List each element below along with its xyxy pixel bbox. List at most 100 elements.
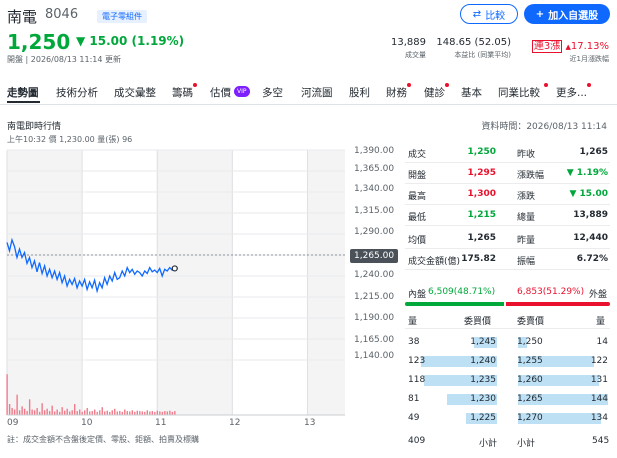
tab-peer-compare[interactable]: 同業比較: [498, 85, 540, 100]
volume-bar: [116, 411, 118, 415]
bid-subtotal-label: 小計: [479, 439, 498, 449]
current-price-label: 1,265.00: [350, 249, 399, 263]
tab-more[interactable]: 更多...: [556, 85, 587, 100]
volume-bar: [114, 408, 116, 415]
volume-bar: [41, 403, 43, 415]
add-watchlist-button[interactable]: + 加入自選股: [524, 4, 610, 24]
chart-hour-band: [157, 150, 233, 415]
bid-price: 1,235: [470, 375, 496, 385]
volume-bar: [51, 405, 53, 415]
quote-value: 1,265: [467, 233, 496, 243]
volume-bar: [33, 410, 36, 415]
quote-value: 13,889: [573, 210, 608, 220]
tab-trend[interactable]: 走勢圖: [7, 85, 39, 100]
quote-value: 1,300: [467, 189, 496, 199]
volume-bar: [129, 411, 131, 415]
industry-tag[interactable]: 電子零組件: [97, 10, 147, 23]
volume-bar: [43, 410, 46, 415]
chart-hour-band: [307, 150, 345, 415]
stat-monthly: 連3漲 ▲17.13% 近1月漲跌幅: [531, 40, 609, 63]
volume-bar: [174, 411, 176, 415]
quote-label: 最高: [408, 192, 427, 202]
volume-bar: [159, 411, 161, 415]
volume-bar: [63, 410, 66, 415]
quote-label: 最低: [408, 213, 427, 223]
bid-price: 1,225: [470, 413, 496, 423]
volume-bar: [56, 409, 58, 415]
tab-trades[interactable]: 成交彙整: [114, 85, 156, 100]
y-tick: 1,190.00: [354, 313, 395, 323]
last-price-dot: [171, 265, 178, 272]
stock-name: 南電: [7, 8, 38, 26]
row-divider: [405, 204, 610, 205]
chart-title: 南電即時行情: [7, 122, 62, 132]
volume-bar: [31, 409, 33, 415]
intraday-chart[interactable]: [0, 140, 400, 430]
volume-bar: [18, 410, 21, 415]
volume-bar: [131, 410, 133, 415]
volume-bar: [71, 410, 73, 415]
row-divider: [405, 328, 610, 329]
volume-bar: [53, 411, 56, 415]
outer-label: 外盤: [589, 290, 608, 300]
ask-total: 545: [592, 436, 610, 446]
row-divider: [405, 225, 610, 226]
volume-bar: [48, 411, 51, 415]
tab-health[interactable]: 健診: [424, 85, 445, 100]
volume-bar: [101, 407, 103, 415]
tab-valuation[interactable]: 估價: [210, 85, 231, 100]
new-dot-icon: [587, 83, 591, 87]
plus-icon: +: [535, 8, 545, 20]
quote-label: 漲跌幅: [517, 171, 545, 181]
volume-bar: [84, 410, 86, 415]
quote-value: 1,265: [579, 147, 608, 157]
tab-bull-bear[interactable]: 多空: [262, 85, 283, 100]
row-divider: [405, 269, 610, 270]
compare-icon: ⇄: [472, 8, 482, 20]
tab-basic[interactable]: 基本: [461, 85, 482, 100]
bid-price: 1,245: [470, 337, 496, 347]
y-tick: 1,165.00: [354, 335, 395, 345]
bid-qty: 81: [408, 394, 420, 404]
tab-financial[interactable]: 財務: [386, 85, 407, 100]
volume-bar: [8, 404, 11, 415]
outer-value: 6,853(51.29%): [517, 287, 585, 297]
volume-bar: [61, 407, 63, 415]
quote-label: 昨量: [517, 236, 536, 246]
volume-bar: [124, 409, 126, 415]
tab-dividend[interactable]: 股利: [349, 85, 370, 100]
compare-button[interactable]: ⇄ 比較: [460, 4, 518, 24]
volume-bar: [119, 411, 121, 415]
volume-bar: [89, 411, 91, 415]
x-tick: 10: [81, 418, 93, 428]
y-tick: 1,315.00: [354, 206, 395, 216]
new-dot-icon: [193, 83, 197, 87]
volume-bar: [149, 411, 151, 415]
update-time: 開盤 | 2026/08/13 11:14 更新: [7, 55, 122, 64]
volume-bar: [126, 411, 128, 415]
ask-price-header: 委賣價: [517, 317, 545, 327]
quote-value: 6.72%: [576, 254, 608, 264]
volume-bar: [164, 411, 166, 415]
volume-bar: [169, 410, 171, 415]
volume-bar: [13, 409, 16, 415]
quote-value: ▼ 15.00: [569, 189, 608, 199]
y-tick: 1,390.00: [354, 146, 395, 156]
x-tick: 09: [7, 418, 19, 428]
quote-label: 昨收: [517, 150, 536, 160]
tab-river[interactable]: 河流圖: [301, 85, 333, 100]
volume-bar: [139, 411, 141, 415]
outer-pressure-bar: [505, 302, 610, 306]
tab-technical[interactable]: 技術分析: [56, 85, 98, 100]
quote-label: 均價: [408, 236, 427, 246]
bid-qty: 118: [408, 375, 426, 385]
volume-bar: [166, 411, 169, 415]
data-time: 資料時間：2026/08/13 11:14: [481, 122, 607, 132]
volume-bar: [28, 399, 31, 415]
new-dot-icon: [544, 83, 548, 87]
volume-bar: [141, 411, 143, 415]
volume-bar: [86, 407, 88, 415]
tab-chips[interactable]: 籌碼: [172, 85, 193, 100]
volume-bar: [104, 411, 106, 415]
bid-qty: 38: [408, 337, 420, 347]
